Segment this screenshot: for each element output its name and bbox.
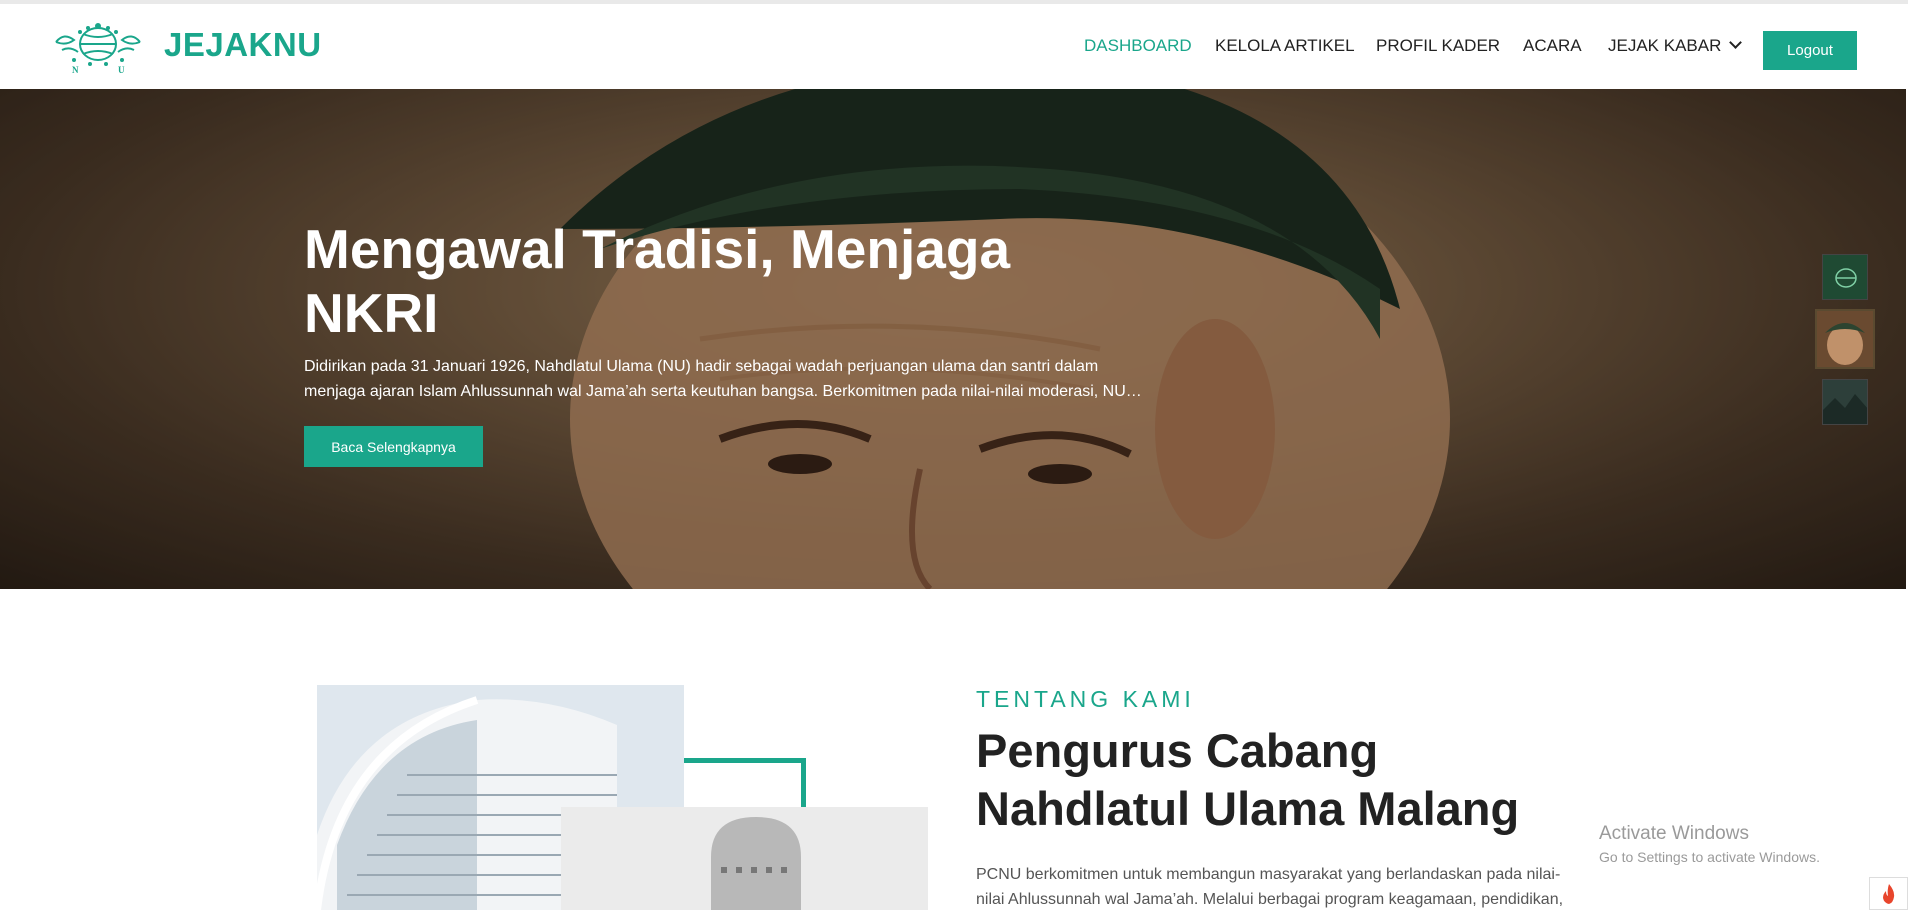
- decorative-frame: [684, 758, 806, 807]
- nu-logo-thumb[interactable]: [1822, 254, 1868, 300]
- watermark-line-2: Go to Settings to activate Windows.: [1599, 849, 1820, 865]
- nav-dashboard[interactable]: DASHBOARD: [1084, 36, 1192, 56]
- nav-kelola-artikel[interactable]: KELOLA ARTIKEL: [1215, 36, 1355, 56]
- hero-title: Mengawal Tradisi, Menjaga NKRI: [304, 218, 1011, 344]
- chevron-down-icon: [1729, 36, 1743, 49]
- nav-acara[interactable]: ACARA: [1523, 36, 1582, 56]
- about-text: PCNU berkomitmen untuk membangun masyara…: [976, 866, 1564, 908]
- read-more-button[interactable]: Baca Selengkapnya: [304, 426, 483, 467]
- navbar: N U JEJAKNU DASHBOARD KELOLA ARTIKEL PRO…: [0, 4, 1908, 89]
- hero-carousel: Mengawal Tradisi, Menjaga NKRI Didirikan…: [0, 89, 1906, 589]
- about-title: Pengurus Cabang Nahdlatul Ulama Malang: [976, 724, 1520, 835]
- watermark-line-1: Activate Windows: [1599, 823, 1749, 844]
- nav-jejak-kabar-label: JEJAK KABAR: [1608, 36, 1722, 55]
- svg-text:U: U: [118, 65, 125, 74]
- svg-text:N: N: [72, 65, 79, 74]
- hero-description: Didirikan pada 31 Januari 1926, Nahdlatu…: [304, 358, 1142, 400]
- logout-button[interactable]: Logout: [1763, 31, 1857, 70]
- flame-icon[interactable]: [1869, 877, 1908, 910]
- portrait-thumb[interactable]: [1815, 309, 1875, 369]
- landscape-thumb[interactable]: [1822, 379, 1868, 425]
- nav-profil-kader[interactable]: PROFIL KADER: [1376, 36, 1500, 56]
- building-image-2: [561, 807, 928, 910]
- about-label: TENTANG KAMI: [976, 686, 1195, 712]
- nav-jejak-kabar[interactable]: JEJAK KABAR: [1608, 36, 1743, 56]
- activate-windows-watermark: Activate Windows Go to Settings to activ…: [1599, 823, 1820, 865]
- main-nav: DASHBOARD KELOLA ARTIKEL PROFIL KADER AC…: [0, 36, 1908, 64]
